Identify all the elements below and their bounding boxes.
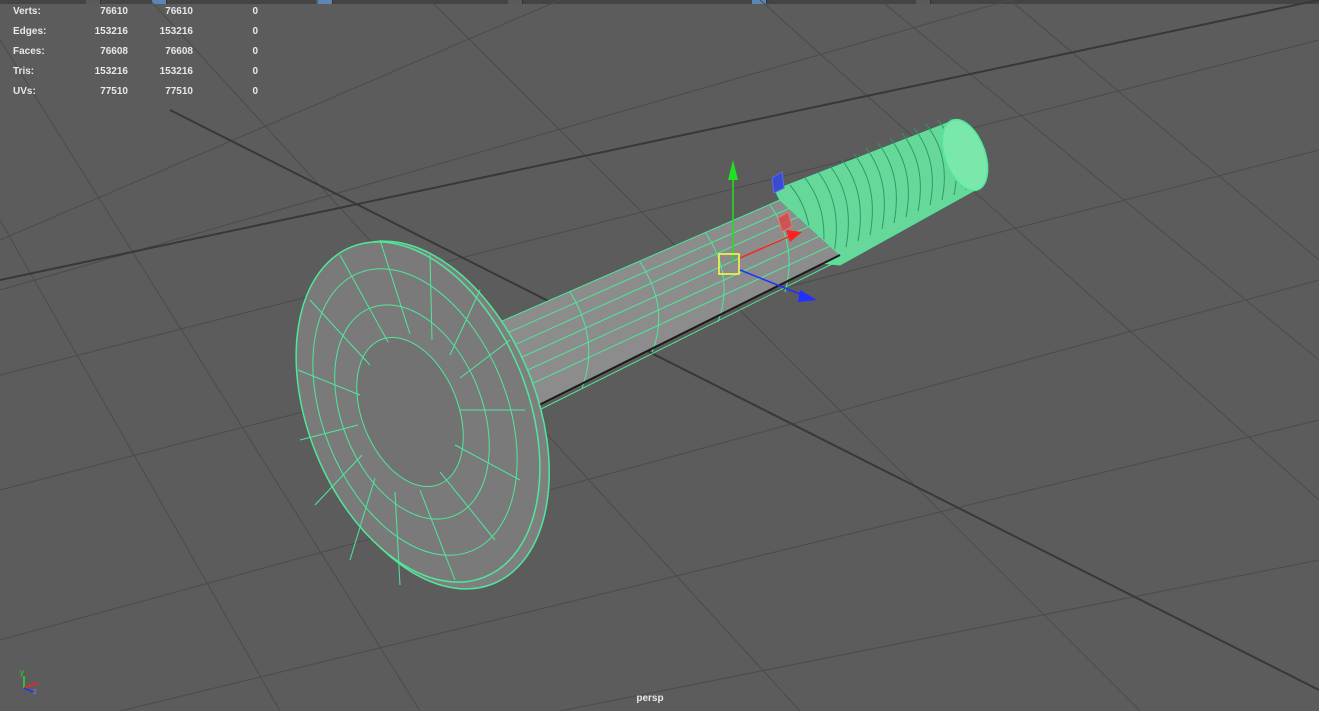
hud-label: UVs: <box>13 86 36 97</box>
hud-label: Faces: <box>13 46 45 57</box>
hud-value-1: 76608 <box>100 46 128 57</box>
hud-value-2: 76610 <box>165 6 193 17</box>
hud-value-1: 153216 <box>94 26 128 37</box>
hud-value-2: 153216 <box>159 66 193 77</box>
view-axis-icon: y z <box>20 668 39 696</box>
hud-value-3: 0 <box>252 46 258 57</box>
hud-value-2: 153216 <box>159 26 193 37</box>
ground-grid <box>0 0 1319 711</box>
hud-value-1: 77510 <box>100 86 128 97</box>
hud-value-3: 0 <box>252 86 258 97</box>
hud-value-2: 77510 <box>165 86 193 97</box>
hud-label: Edges: <box>13 26 47 37</box>
scene-canvas[interactable]: y z <box>0 0 1319 711</box>
hud-value-1: 76610 <box>100 6 128 17</box>
move-z-arrow[interactable] <box>798 290 817 302</box>
axis-label-y: y <box>20 668 24 677</box>
camera-name-label: persp <box>636 693 664 704</box>
hud-row-verts: Verts: 76610 76610 0 <box>0 4 270 24</box>
hud-value-3: 0 <box>252 6 258 17</box>
hud-value-3: 0 <box>252 66 258 77</box>
hud-row-faces: Faces: 76608 76608 0 <box>0 44 270 64</box>
hud-row-edges: Edges: 153216 153216 0 <box>0 24 270 44</box>
bolt-mesh[interactable] <box>249 113 996 625</box>
perspective-viewport[interactable]: y z Verts: 76610 76610 0 Edges: 153216 1… <box>0 0 1319 711</box>
hud-value-1: 153216 <box>94 66 128 77</box>
hud-label: Verts: <box>13 6 41 17</box>
hud-value-3: 0 <box>252 26 258 37</box>
bolt-head <box>295 239 550 590</box>
hud-label: Tris: <box>13 66 35 77</box>
hud-value-2: 76608 <box>165 46 193 57</box>
move-y-arrow[interactable] <box>728 160 738 180</box>
hud-row-tris: Tris: 153216 153216 0 <box>0 64 270 84</box>
hud-row-uvs: UVs: 77510 77510 0 <box>0 84 270 104</box>
axis-label-z: z <box>33 687 37 696</box>
